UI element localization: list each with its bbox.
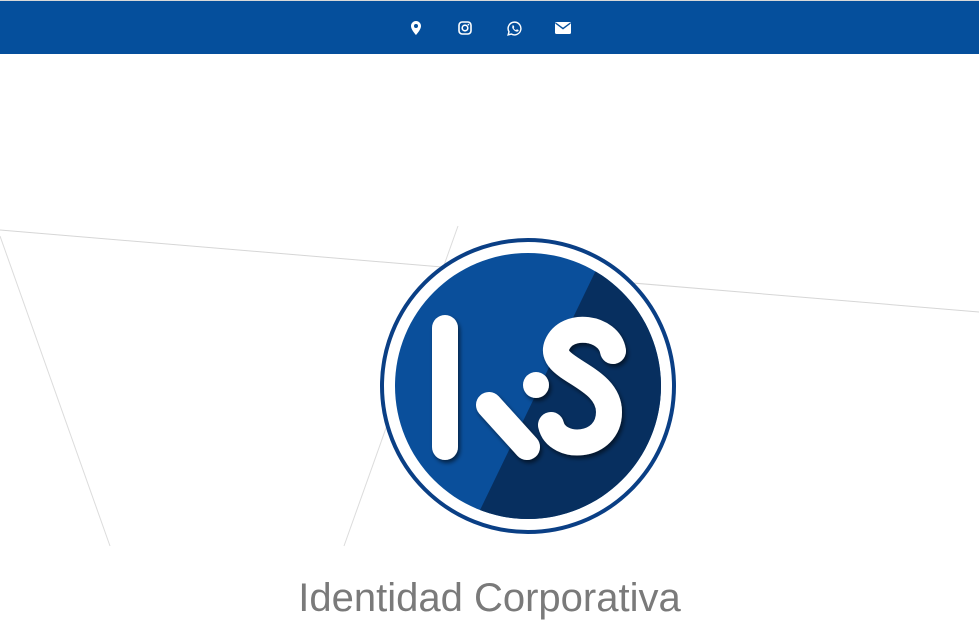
page-title: Identidad Corporativa xyxy=(298,576,681,620)
envelope-icon xyxy=(555,22,571,34)
social-links xyxy=(0,1,979,55)
top-bar xyxy=(0,0,979,54)
instagram-icon xyxy=(458,21,472,35)
ks-logo-icon xyxy=(380,238,676,534)
email-link[interactable] xyxy=(539,1,588,55)
map-marker-icon xyxy=(411,21,421,35)
whatsapp-icon xyxy=(506,20,522,36)
location-link[interactable] xyxy=(392,1,441,55)
instagram-link[interactable] xyxy=(441,1,490,55)
brand-logo xyxy=(377,235,679,537)
whatsapp-link[interactable] xyxy=(490,1,539,55)
